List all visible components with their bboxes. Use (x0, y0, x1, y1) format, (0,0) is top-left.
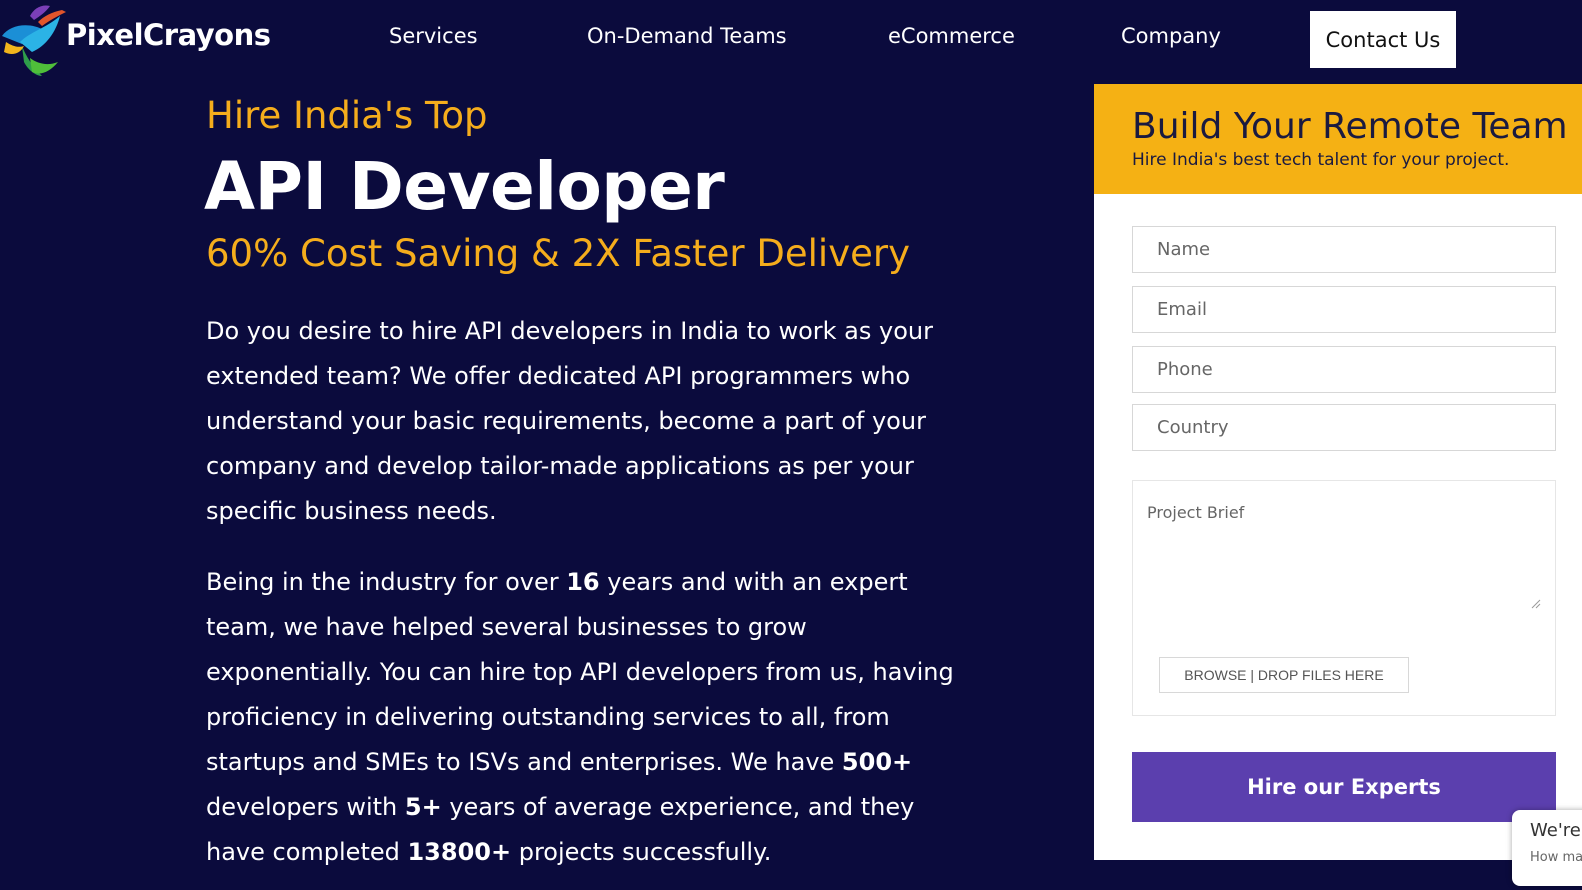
intro-paragraph: Do you desire to hire API developers in … (206, 317, 933, 525)
logo-text: PixelCrayons (66, 18, 271, 52)
para-text: Being in the industry for over (206, 568, 567, 596)
hero-pretitle: Hire India's Top (206, 94, 488, 137)
phone-field[interactable]: Phone (1132, 346, 1556, 393)
resize-handle-icon[interactable] (1529, 597, 1541, 609)
para-text: projects successfully. (511, 838, 772, 866)
nav-company[interactable]: Company (1121, 24, 1221, 48)
remote-team-form: Build Your Remote Team Hire India's best… (1094, 84, 1582, 860)
chat-title: We're (1530, 820, 1581, 841)
experience-paragraph: Being in the industry for over 16 years … (206, 560, 976, 875)
developers-stat: 500+ (841, 748, 913, 776)
contact-us-button[interactable]: Contact Us (1310, 11, 1456, 68)
nav-on-demand-teams[interactable]: On-Demand Teams (587, 24, 787, 48)
logo[interactable]: PixelCrayons (0, 2, 271, 78)
project-brief-placeholder: Project Brief (1147, 503, 1245, 522)
hero-title: API Developer (204, 148, 725, 225)
project-brief-textarea[interactable]: Project Brief BROWSE | DROP FILES HERE (1132, 480, 1556, 716)
chat-popup[interactable]: We're How ma (1512, 810, 1582, 886)
form-subtitle: Hire India's best tech talent for your p… (1132, 150, 1510, 170)
email-field[interactable]: Email (1132, 286, 1556, 333)
para-text: developers with (206, 793, 405, 821)
browse-files-button[interactable]: BROWSE | DROP FILES HERE (1159, 657, 1409, 693)
hero-subtitle: 60% Cost Saving & 2X Faster Delivery (206, 232, 910, 275)
hummingbird-logo-icon (2, 5, 66, 76)
years-stat: 16 (566, 568, 600, 596)
chat-subtitle: How ma (1530, 850, 1582, 865)
nav-services[interactable]: Services (389, 24, 478, 48)
name-field[interactable]: Name (1132, 226, 1556, 273)
hire-experts-button[interactable]: Hire our Experts (1132, 752, 1556, 822)
projects-stat: 13800+ (407, 838, 512, 866)
para-text: years and with an expert team, we have h… (206, 568, 954, 776)
experience-stat: 5+ (404, 793, 442, 821)
form-header: Build Your Remote Team Hire India's best… (1094, 84, 1582, 194)
form-title: Build Your Remote Team (1132, 106, 1568, 147)
nav-ecommerce[interactable]: eCommerce (888, 24, 1015, 48)
country-field[interactable]: Country (1132, 404, 1556, 451)
